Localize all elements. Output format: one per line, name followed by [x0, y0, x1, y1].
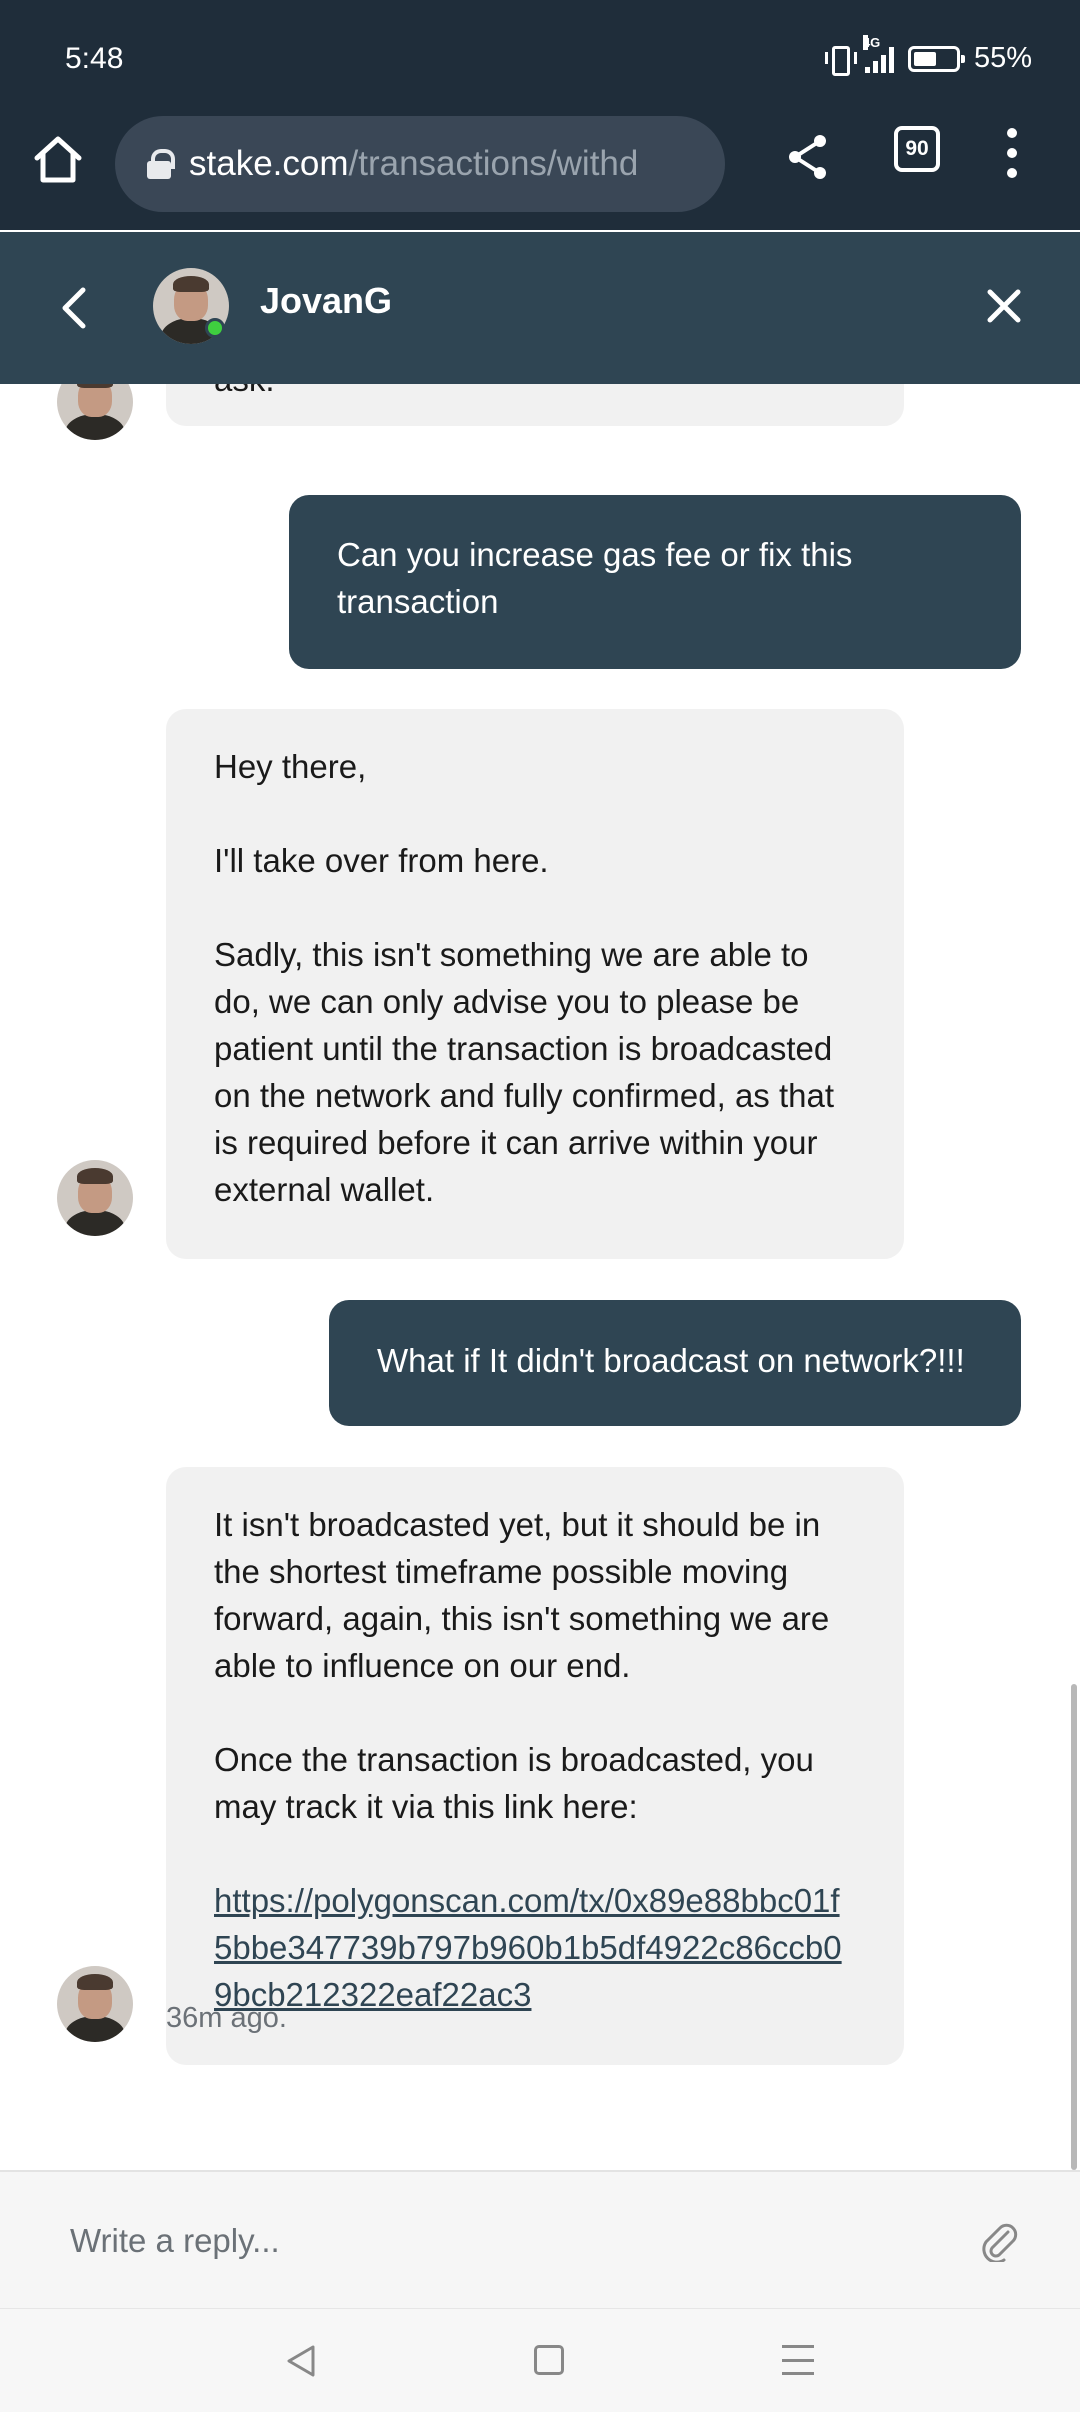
status-time: 5:48	[65, 42, 124, 75]
battery-icon	[907, 45, 965, 72]
agent-message: It isn't broadcasted yet, but it should …	[166, 1467, 904, 2065]
address-bar[interactable]: stake.com/transactions/withd	[115, 116, 725, 212]
agent-name: JovanG	[260, 280, 393, 321]
url-domain: stake.com	[189, 144, 349, 183]
scrollbar[interactable]	[1071, 1684, 1077, 2170]
agent-message: ask.	[166, 384, 904, 426]
user-message: Can you increase gas fee or fix this tra…	[289, 495, 1021, 669]
agent-avatar	[57, 1966, 133, 2042]
agent-message: Hey there, I'll take over from here. Sad…	[166, 709, 904, 1259]
nav-back-icon[interactable]	[285, 2343, 317, 2379]
lock-icon	[147, 149, 175, 179]
vibrate-icon	[824, 44, 857, 76]
url-path: /transactions/withd	[348, 144, 639, 183]
close-icon[interactable]	[982, 284, 1026, 328]
signal-icon: 4G	[862, 34, 894, 73]
reply-bar	[0, 2170, 1080, 2308]
paperclip-icon[interactable]	[978, 2220, 1018, 2262]
agent-avatar	[57, 384, 133, 440]
nav-recent-apps-icon[interactable]	[782, 2345, 814, 2375]
status-icons: 4G 55%	[824, 34, 1032, 76]
network-type-label: 4G	[862, 34, 881, 50]
battery-percent: 55%	[973, 42, 1032, 74]
message-text: Hey there, I'll take over from here. Sad…	[214, 748, 835, 1208]
share-icon[interactable]	[786, 132, 830, 182]
message-list[interactable]: ask. Can you increase gas fee or fix thi…	[0, 384, 1080, 2170]
online-status-dot	[205, 318, 225, 338]
message-text: What if It didn't broadcast on network?!…	[377, 1342, 965, 1379]
back-chevron-icon[interactable]	[55, 284, 95, 332]
tabs-icon[interactable]: 90	[894, 126, 940, 172]
message-text: ask.	[214, 384, 275, 403]
user-message: What if It didn't broadcast on network?!…	[329, 1300, 1021, 1426]
chat-header: JovanG	[0, 232, 1080, 384]
polygonscan-link[interactable]: https://polygonscan.com/tx/0x89e88bbc01f…	[214, 1882, 842, 2013]
message-timestamp: 36m ago.	[166, 2002, 287, 2034]
nav-home-icon[interactable]	[534, 2345, 564, 2375]
reply-input[interactable]	[70, 2216, 930, 2266]
agent-avatar	[57, 1160, 133, 1236]
status-bar: 5:48 4G 55%	[0, 0, 1080, 122]
browser-toolbar: stake.com/transactions/withd 90	[0, 112, 1080, 230]
message-text: Can you increase gas fee or fix this tra…	[337, 536, 853, 620]
home-icon[interactable]	[32, 134, 84, 186]
system-navigation-bar	[0, 2308, 1080, 2412]
message-text: It isn't broadcasted yet, but it should …	[214, 1506, 830, 1825]
more-vert-icon[interactable]	[1000, 128, 1024, 178]
url-text: stake.com/transactions/withd	[189, 144, 638, 184]
